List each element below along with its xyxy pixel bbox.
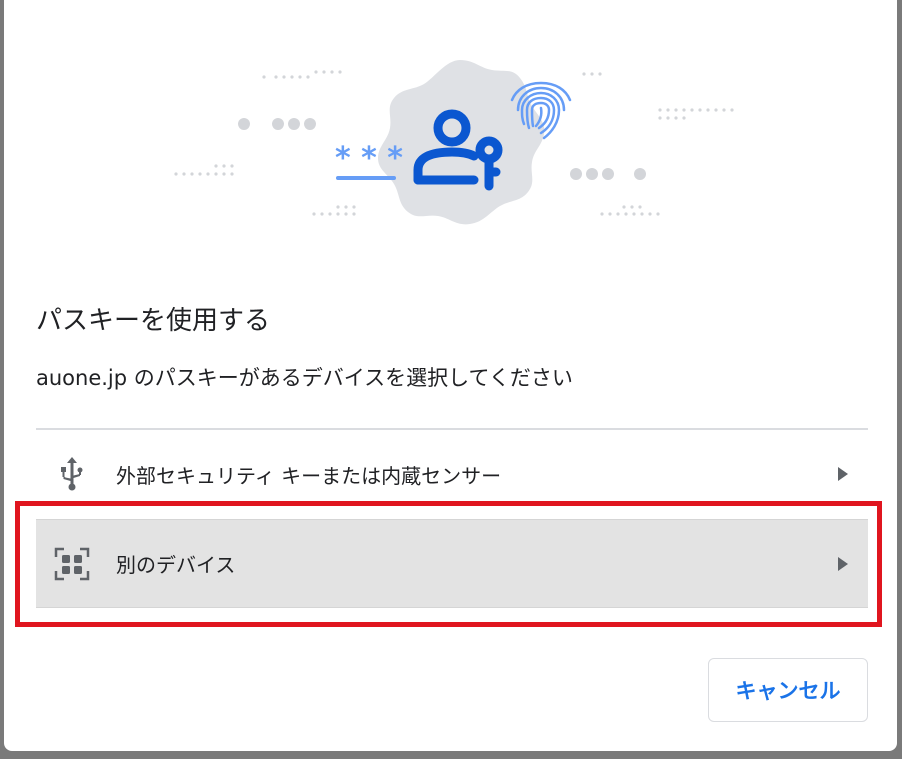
- option-label: 別のデバイス: [116, 553, 236, 577]
- option-security-key[interactable]: 外部セキュリティ キーまたは内蔵センサー: [36, 430, 868, 518]
- dialog-title: パスキーを使用する: [36, 306, 271, 336]
- qr-code-icon: [52, 544, 92, 584]
- chevron-right-icon: [836, 466, 850, 482]
- passkey-illustration: * * *: [174, 60, 734, 225]
- dialog-subtitle: auone.jp のパスキーがあるデバイスを選択してください: [36, 366, 573, 390]
- cancel-button[interactable]: キャンセル: [708, 658, 868, 722]
- option-label: 外部セキュリティ キーまたは内蔵センサー: [116, 463, 502, 488]
- chevron-right-icon: [836, 556, 850, 572]
- passkey-dialog: * * * パスキーを使用する auone.jp のパスキーがあるデバイスを選択…: [4, 0, 897, 751]
- svg-text:* * *: * * *: [335, 141, 403, 176]
- option-other-device[interactable]: 別のデバイス: [36, 519, 868, 608]
- usb-icon: [52, 454, 92, 494]
- password-asterisks: * * *: [335, 141, 403, 180]
